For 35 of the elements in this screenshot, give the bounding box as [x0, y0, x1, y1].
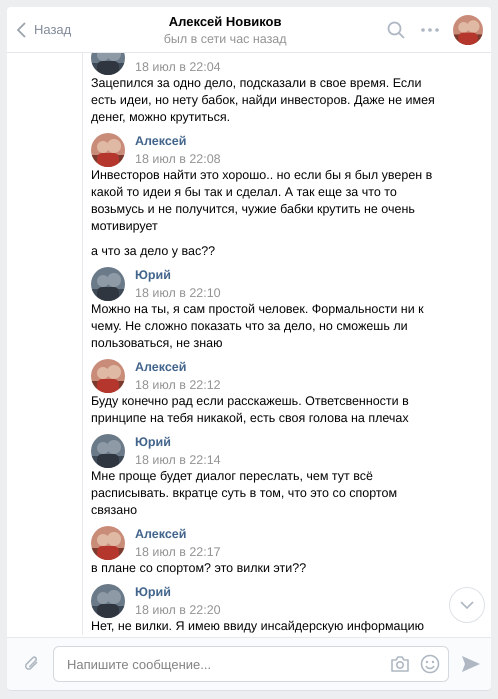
message-text: в плане со спортом? это вилки эти?? [91, 560, 308, 577]
emoji-icon[interactable] [420, 654, 440, 674]
status-text: был в сети час назад [164, 32, 287, 46]
message-input[interactable]: Напишите сообщение... [53, 646, 449, 682]
back-link[interactable]: Назад [17, 22, 72, 38]
author-name[interactable]: Алексей [135, 527, 221, 542]
author-name[interactable]: Юрий [135, 585, 221, 600]
search-button[interactable] [387, 20, 405, 38]
message-text: Буду конечно рад если расскажешь. Ответсвенности в принципе на тебя никакой, есть своя голова на плечах [91, 393, 410, 427]
search-icon [387, 20, 405, 38]
author-name[interactable]: Алексей [135, 134, 221, 149]
message-text: Мне проще будет диалог переслать, чем тут всё расписывать. вкратце суть в том, что это со спортом связано [91, 468, 398, 519]
message-text: Нет, не вилки. Я имею ввиду инсайдерскую информацию [91, 618, 426, 635]
message-text: Можно на ты, я сам простой человек. Формальности ни к чему. Не сложно показать что за дело, но сможешь ли пользоваться, не знаю [91, 301, 425, 352]
author-name[interactable]: Юрий [135, 268, 221, 283]
more-button[interactable] [421, 28, 439, 32]
chevron-left-icon [17, 22, 26, 38]
more-icon [421, 28, 439, 32]
chat-title: Алексей Новиков [168, 14, 282, 28]
message-text: Инвесторов найти это хорошо.. но если бы я был уверен в какой то идеи я бы так и сделал. А так еще за что то возьмусь и не получится, чужие бабки крутить не очень мотивирует [91, 167, 434, 235]
author-name[interactable]: Юрий [135, 435, 221, 450]
message-time: 18 июл в 22:14 [135, 453, 221, 467]
scroll-down-button[interactable] [449, 587, 485, 623]
author-name[interactable]: Алексей [135, 360, 221, 375]
send-icon[interactable] [461, 655, 481, 673]
chevron-down-icon [460, 601, 474, 609]
message-time: 18 июл в 22:04 [135, 60, 221, 74]
message-text: Зацепился за одно дело, подсказали в свое время. Если есть идеи, но нету бабок, найди инвесторов. Даже не имея денег, можно крутиться. [91, 75, 436, 126]
message-time: 18 июл в 22:08 [135, 152, 221, 166]
message-time: 18 июл в 22:10 [135, 286, 221, 300]
message-time: 18 июл в 22:17 [135, 545, 221, 559]
message-text: а что за дело у вас?? [91, 243, 216, 260]
camera-icon[interactable] [390, 655, 410, 673]
message-time: 18 июл в 22:20 [135, 603, 221, 617]
message-time: 18 июл в 22:12 [135, 378, 221, 392]
